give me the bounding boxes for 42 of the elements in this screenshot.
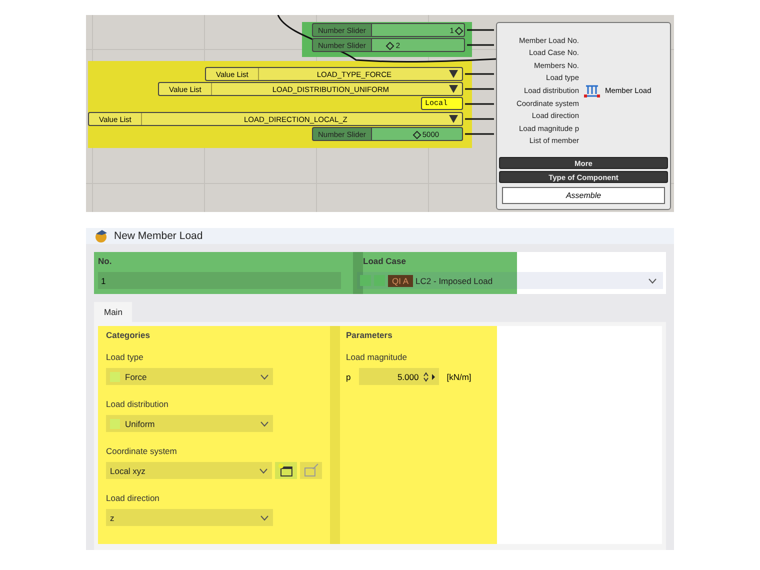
load-case-tag: QI A xyxy=(388,274,413,286)
wire xyxy=(465,133,494,135)
wire xyxy=(465,73,494,75)
field-label: No. xyxy=(98,256,113,266)
chevron-down-icon xyxy=(260,420,269,426)
load-case-dropdown[interactable]: QI A LC2 - Imposed Load xyxy=(357,272,663,289)
tab[interactable]: Main xyxy=(94,302,132,322)
unit-label: [kN/m] xyxy=(446,372,472,382)
field-label: Coordinate system xyxy=(106,446,178,456)
dropdown[interactable]: Force xyxy=(106,368,273,385)
chevron-down-icon xyxy=(260,514,269,520)
mode-field[interactable]: Assemble xyxy=(502,187,665,204)
field-label: Load type xyxy=(106,352,144,362)
field-label: Load magnitude xyxy=(346,352,408,362)
chevron-down-icon xyxy=(259,468,268,474)
dropdown-triangle-icon[interactable] xyxy=(449,115,458,123)
member-load-icon xyxy=(584,84,600,98)
dropdown[interactable]: Uniform xyxy=(106,415,273,432)
dropdown[interactable]: z xyxy=(106,509,273,526)
symbol-label: p xyxy=(346,372,351,382)
chevron-down-icon xyxy=(648,278,657,284)
magnitude-field[interactable]: 5.000 xyxy=(358,368,439,385)
section-title: Categories xyxy=(106,330,151,340)
splitter-bar xyxy=(353,252,363,294)
number-field[interactable]: 1 xyxy=(98,272,341,289)
slider-knob[interactable] xyxy=(386,42,395,50)
slider-knob[interactable] xyxy=(455,26,464,36)
spinner-icon[interactable] xyxy=(422,372,436,382)
field-label: Load distribution xyxy=(106,399,170,409)
chevron-down-icon xyxy=(260,374,269,380)
wire xyxy=(465,118,494,120)
dropdown[interactable]: Local xyz xyxy=(106,462,272,479)
new-window-icon[interactable] xyxy=(275,462,298,479)
dialog-title: New Member Load xyxy=(114,230,203,242)
load-case-value: LC2 - Imposed Load xyxy=(416,276,493,286)
app-icon xyxy=(94,229,108,243)
wire xyxy=(465,88,494,90)
section-title: Parameters xyxy=(346,330,394,340)
wire xyxy=(465,103,494,105)
field-label: Load Case xyxy=(363,256,407,266)
field-label: Load direction xyxy=(106,493,160,503)
slider-knob[interactable] xyxy=(412,130,422,140)
